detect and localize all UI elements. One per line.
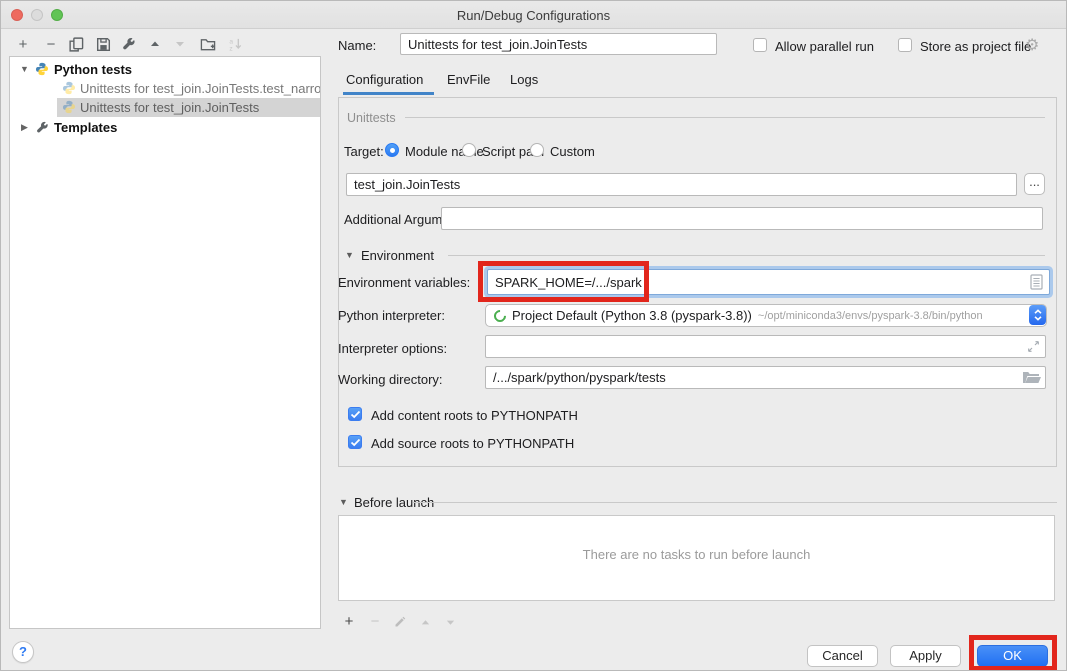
browse-button[interactable]: ... — [1024, 173, 1045, 195]
before-launch-collapse-icon[interactable]: ▼ — [339, 497, 348, 507]
tree-item-label: Templates — [54, 120, 117, 135]
allow-parallel-run-label: Allow parallel run — [775, 39, 874, 54]
tree-item-label: Python tests — [54, 62, 132, 77]
before-launch-separator — [413, 502, 1057, 503]
tree-item-label: Unittests for test_join.JoinTests.test_n… — [80, 81, 321, 96]
python-icon — [35, 62, 49, 79]
tab-envfile[interactable]: EnvFile — [447, 72, 490, 87]
target-label: Target: — [344, 144, 384, 159]
expand-arrow-icon[interactable]: ▶ — [21, 122, 28, 133]
tree-item-templates[interactable]: ▶ Templates — [10, 118, 320, 137]
module-name-input[interactable] — [346, 173, 1017, 196]
additional-arguments-input[interactable] — [441, 207, 1043, 230]
apply-button[interactable]: Apply — [890, 645, 961, 667]
add-icon[interactable]: + — [14, 35, 32, 53]
run-debug-configurations-dialog: Run/Debug Configurations + − az ▼ Python… — [0, 0, 1067, 671]
name-input[interactable] — [400, 33, 717, 55]
add-source-roots-checkbox[interactable] — [348, 435, 362, 449]
task-up-icon[interactable] — [416, 613, 434, 631]
folder-icon[interactable] — [1022, 370, 1041, 388]
environment-collapse-icon[interactable]: ▼ — [345, 250, 354, 260]
expand-field-icon[interactable] — [1027, 340, 1040, 356]
store-as-project-file-checkbox[interactable] — [898, 38, 912, 52]
python-interpreter-select[interactable]: Project Default (Python 3.8 (pyspark-3.8… — [485, 304, 1047, 327]
radio-custom[interactable] — [530, 143, 544, 157]
remove-icon[interactable]: − — [42, 35, 60, 53]
move-up-icon[interactable] — [146, 35, 164, 53]
svg-text:z: z — [229, 45, 232, 51]
tree-item-unittest-narrow[interactable]: Unittests for test_join.JoinTests.test_n… — [10, 79, 320, 98]
radio-script-path[interactable] — [462, 143, 476, 157]
svg-text:a: a — [229, 38, 233, 45]
interpreter-path: ~/opt/miniconda3/envs/pyspark-3.8/bin/py… — [758, 310, 983, 322]
unittests-group-title: Unittests — [347, 111, 396, 125]
store-as-project-file-label: Store as project file — [920, 39, 1031, 54]
collapse-arrow-icon[interactable]: ▼ — [20, 64, 29, 74]
environment-separator — [448, 255, 1045, 256]
ok-button[interactable]: OK — [977, 645, 1048, 667]
add-content-roots-checkbox[interactable] — [348, 407, 362, 421]
sort-icon[interactable]: az — [226, 35, 244, 53]
add-task-icon[interactable]: + — [340, 612, 358, 630]
no-tasks-message: There are no tasks to run before launch — [339, 547, 1054, 562]
remove-task-icon[interactable]: − — [366, 612, 384, 630]
active-tab-underline — [343, 92, 434, 95]
radio-custom-label: Custom — [550, 144, 595, 159]
python-icon — [62, 100, 76, 117]
new-folder-icon[interactable] — [199, 35, 217, 53]
task-down-icon[interactable] — [441, 613, 459, 631]
name-label: Name: — [338, 38, 376, 53]
configurations-tree: ▼ Python tests Unittests for test_join.J… — [9, 56, 321, 629]
copy-icon[interactable] — [67, 35, 85, 53]
help-button[interactable]: ? — [12, 641, 34, 663]
environment-section-label: Environment — [361, 248, 434, 263]
gear-icon[interactable]: ⚙ — [1025, 35, 1039, 55]
add-source-roots-label: Add source roots to PYTHONPATH — [371, 436, 574, 451]
dropdown-stepper-icon[interactable] — [1029, 305, 1046, 325]
tab-logs[interactable]: Logs — [510, 72, 538, 87]
environment-variables-label: Environment variables: — [338, 275, 470, 290]
browse-variables-icon[interactable] — [1030, 274, 1043, 293]
wrench-icon — [36, 121, 49, 137]
conda-env-icon — [492, 307, 509, 324]
allow-parallel-run-checkbox[interactable] — [753, 38, 767, 52]
save-icon[interactable] — [94, 35, 112, 53]
move-down-icon[interactable] — [171, 35, 189, 53]
environment-variables-input[interactable] — [487, 269, 1050, 295]
tab-configuration[interactable]: Configuration — [346, 72, 423, 87]
interpreter-options-label: Interpreter options: — [338, 341, 447, 356]
before-launch-task-list[interactable]: There are no tasks to run before launch — [338, 515, 1055, 601]
interpreter-value: Project Default (Python 3.8 (pyspark-3.8… — [512, 308, 752, 323]
python-icon — [62, 81, 76, 98]
cancel-button[interactable]: Cancel — [807, 645, 878, 667]
working-directory-input[interactable] — [485, 366, 1046, 389]
edit-templates-wrench-icon[interactable] — [120, 35, 138, 53]
tree-item-unittest-jointests[interactable]: Unittests for test_join.JoinTests — [10, 98, 320, 117]
edit-task-pencil-icon[interactable] — [391, 613, 409, 631]
tree-item-python-tests[interactable]: ▼ Python tests — [10, 60, 320, 79]
working-directory-label: Working directory: — [338, 372, 443, 387]
window-title: Run/Debug Configurations — [1, 8, 1066, 23]
radio-module-name[interactable] — [385, 143, 399, 157]
python-interpreter-label: Python interpreter: — [338, 308, 445, 323]
tree-item-label: Unittests for test_join.JoinTests — [80, 100, 259, 115]
title-bar: Run/Debug Configurations — [1, 1, 1066, 29]
add-content-roots-label: Add content roots to PYTHONPATH — [371, 408, 578, 423]
group-title-separator — [405, 117, 1045, 118]
interpreter-options-input[interactable] — [485, 335, 1046, 358]
